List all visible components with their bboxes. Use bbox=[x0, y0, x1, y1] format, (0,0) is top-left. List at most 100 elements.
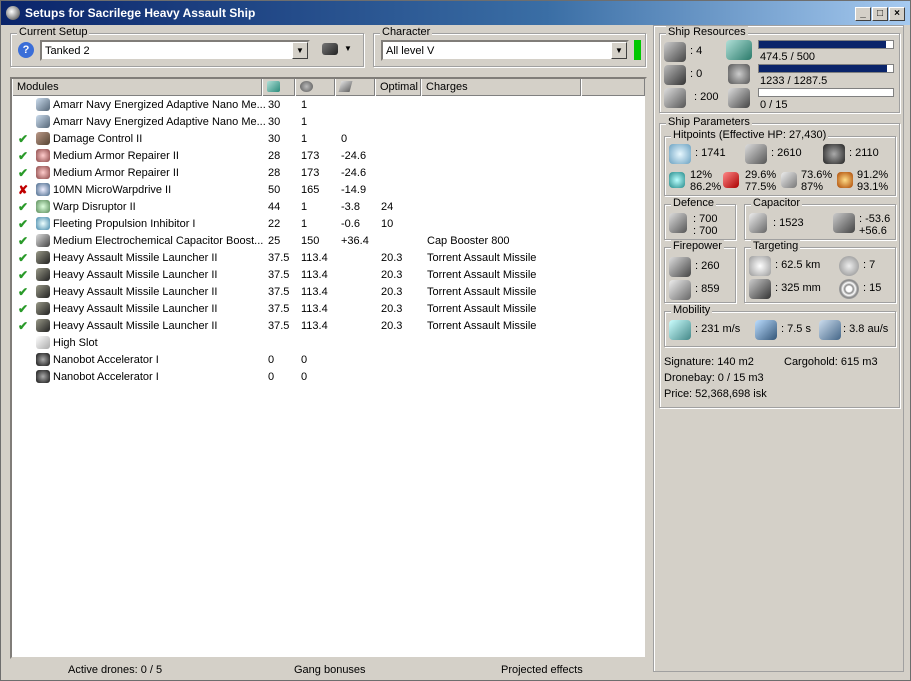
chevron-down-icon[interactable]: ▼ bbox=[611, 42, 627, 59]
header-charges[interactable]: Charges bbox=[421, 79, 581, 96]
module-row[interactable]: ✔ Medium Armor Repairer II 28 173 -24.6 bbox=[12, 165, 645, 182]
module-online-icon[interactable]: ✔ bbox=[18, 268, 28, 282]
module-row[interactable]: Nanobot Accelerator I 0 0 bbox=[12, 352, 645, 369]
capacitor-group: Capacitor : 1523 : -53.6 +56.6 bbox=[744, 197, 896, 240]
module-online-icon[interactable]: ✔ bbox=[18, 149, 28, 163]
header-cpu[interactable] bbox=[262, 79, 295, 96]
module-row[interactable]: High Slot bbox=[12, 335, 645, 352]
help-icon[interactable]: ? bbox=[18, 42, 34, 58]
drone-icon bbox=[36, 370, 50, 383]
close-button[interactable]: × bbox=[889, 7, 905, 21]
module-online-icon[interactable]: ✔ bbox=[18, 319, 28, 333]
module-row[interactable]: Nanobot Accelerator I 0 0 bbox=[12, 369, 645, 386]
header-optimal[interactable]: Optimal bbox=[375, 79, 421, 96]
explosive-resist-values: 91.2% 93.1% bbox=[857, 169, 888, 193]
module-row[interactable]: ✔ Heavy Assault Missile Launcher II 37.5 11… bbox=[12, 284, 645, 301]
module-capacitor: -24.6 bbox=[341, 150, 367, 162]
module-cpu: 0 bbox=[268, 354, 275, 366]
module-cpu: 28 bbox=[268, 150, 281, 162]
active-drones-text[interactable]: Active drones: 0 / 5 bbox=[68, 664, 162, 676]
powergrid-bar bbox=[758, 64, 894, 73]
module-row[interactable]: ✔ Medium Armor Repairer II 28 173 -24.6 bbox=[12, 148, 645, 165]
module-online-icon[interactable]: ✔ bbox=[18, 302, 28, 316]
module-row[interactable]: ✔ Warp Disruptor II 44 1 -3.8 24 bbox=[12, 199, 645, 216]
current-setup-label: Current Setup bbox=[17, 26, 90, 38]
capacitor-delta-b: +56.6 bbox=[859, 225, 887, 237]
maximize-button[interactable]: □ bbox=[872, 7, 888, 21]
module-online-icon[interactable]: ✔ bbox=[18, 234, 28, 248]
gang-bonuses-text[interactable]: Gang bonuses bbox=[294, 664, 366, 676]
drone-usage: 0 / 15 bbox=[760, 99, 788, 111]
setup-menu-button[interactable]: ▼ bbox=[320, 42, 354, 58]
firepower-dps-icon bbox=[669, 257, 691, 277]
module-row[interactable]: ✔ Damage Control II 30 1 0 bbox=[12, 131, 645, 148]
module-cpu: 37.5 bbox=[268, 269, 290, 281]
current-setup-group: Current Setup ? Tanked 2 ▼ ▼ bbox=[10, 26, 364, 67]
firepower-dps: : 260 bbox=[695, 260, 720, 272]
velocity-icon bbox=[669, 320, 691, 340]
scan-resolution-icon bbox=[749, 279, 771, 299]
ship-info-panel: Ship Resources : 4 : 0 : 200 474.5 / 500… bbox=[653, 25, 904, 672]
module-name: Heavy Assault Missile Launcher II bbox=[53, 286, 218, 298]
warp-speed: : 3.8 au/s bbox=[843, 323, 889, 335]
module-name: Warp Disruptor II bbox=[53, 201, 136, 213]
module-row[interactable]: ✔ Heavy Assault Missile Launcher II 37.5 11… bbox=[12, 318, 645, 335]
projected-effects-text[interactable]: Projected effects bbox=[501, 664, 583, 676]
drone-icon bbox=[36, 353, 50, 366]
capacitor-delta-a: : -53.6 bbox=[859, 213, 891, 225]
module-online-icon[interactable]: ✔ bbox=[18, 166, 28, 180]
missile-launcher-icon bbox=[36, 302, 50, 315]
module-row[interactable]: ✔ Heavy Assault Missile Launcher II 37.5 11… bbox=[12, 267, 645, 284]
armor-hp: : 2610 bbox=[771, 147, 802, 159]
module-powergrid: 1 bbox=[301, 218, 308, 230]
module-row[interactable]: ✔ Medium Electrochemical Capacitor Boost.… bbox=[12, 233, 645, 250]
ship-parameters-label: Ship Parameters bbox=[666, 116, 752, 128]
module-powergrid: 150 bbox=[301, 235, 320, 247]
nano-membrane-icon bbox=[36, 98, 50, 111]
character-select-value: All level V bbox=[386, 45, 435, 57]
module-cpu: 37.5 bbox=[268, 303, 290, 315]
title-bar[interactable]: Setups for Sacrilege Heavy Assault Ship … bbox=[1, 1, 910, 25]
setup-select[interactable]: Tanked 2 ▼ bbox=[40, 40, 310, 61]
max-targets-icon bbox=[839, 256, 859, 276]
module-powergrid: 173 bbox=[301, 150, 320, 162]
header-filler bbox=[581, 79, 645, 96]
module-capacitor: -24.6 bbox=[341, 167, 367, 179]
module-online-icon[interactable]: ✔ bbox=[18, 132, 28, 146]
module-online-icon[interactable]: ✔ bbox=[18, 217, 28, 231]
ship-icon bbox=[322, 43, 338, 55]
module-cpu: 28 bbox=[268, 167, 281, 179]
chevron-down-icon[interactable]: ▼ bbox=[292, 42, 308, 59]
minimize-button[interactable]: _ bbox=[855, 7, 871, 21]
modules-list[interactable]: Modules Optimal Charges Amarr Navy Energ… bbox=[10, 77, 647, 659]
header-capacitor[interactable] bbox=[335, 79, 375, 96]
character-select[interactable]: All level V ▼ bbox=[381, 40, 629, 61]
scan-resolution: : 325 mm bbox=[775, 282, 821, 294]
character-status-indicator bbox=[634, 40, 641, 60]
module-row[interactable]: ✔ Heavy Assault Missile Launcher II 37.5 11… bbox=[12, 301, 645, 318]
module-row[interactable]: ✘ 10MN MicroWarpdrive II 50 165 -14.9 bbox=[12, 182, 645, 199]
module-row[interactable]: Amarr Navy Energized Adaptive Nano Me...… bbox=[12, 97, 645, 114]
module-row[interactable]: ✔ Heavy Assault Missile Launcher II 37.5 11… bbox=[12, 250, 645, 267]
structure-hp: : 2110 bbox=[849, 147, 879, 159]
kinetic-resist-values: 73.6% 87% bbox=[801, 169, 832, 193]
module-optimal: 10 bbox=[381, 218, 394, 230]
module-capacitor: -3.8 bbox=[341, 201, 360, 213]
module-online-icon[interactable]: ✔ bbox=[18, 200, 28, 214]
ship-parameters-group: Ship Parameters Hitpoints (Effective HP:… bbox=[659, 116, 900, 408]
firepower-volley: : 859 bbox=[695, 283, 720, 295]
module-online-icon[interactable]: ✔ bbox=[18, 285, 28, 299]
module-optimal: 20.3 bbox=[381, 252, 403, 264]
module-cpu: 30 bbox=[268, 133, 281, 145]
module-online-icon[interactable]: ✔ bbox=[18, 251, 28, 265]
module-row[interactable]: ✔ Fleeting Propulsion Inhibitor I 22 1 -0.6 1… bbox=[12, 216, 645, 233]
powergrid-bar-fill bbox=[759, 65, 888, 72]
header-powergrid[interactable] bbox=[295, 79, 335, 96]
module-row[interactable]: Amarr Navy Energized Adaptive Nano Me...… bbox=[12, 114, 645, 131]
header-modules[interactable]: Modules bbox=[12, 79, 262, 96]
sensor-strength: : 15 bbox=[863, 282, 882, 294]
module-cpu: 0 bbox=[268, 371, 275, 383]
hitpoints-label: Hitpoints (Effective HP: 27,430) bbox=[671, 129, 829, 141]
capacitor-icon bbox=[749, 213, 767, 233]
module-offline-icon[interactable]: ✘ bbox=[18, 183, 28, 197]
